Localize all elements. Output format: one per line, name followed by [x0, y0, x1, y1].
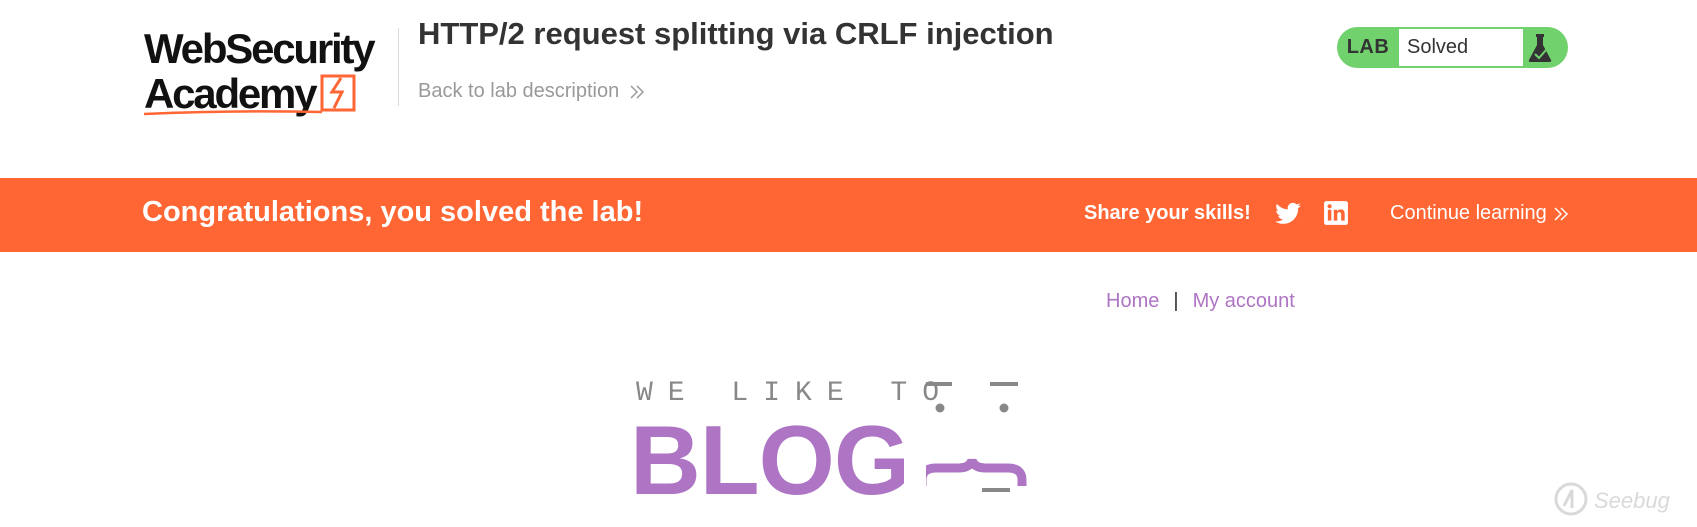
- solved-message: Congratulations, you solved the lab!: [142, 196, 644, 228]
- flask-solved-icon: [1528, 34, 1552, 62]
- seebug-logo-icon: [1554, 482, 1588, 516]
- svg-text:WebSecurity: WebSecurity: [144, 25, 376, 72]
- academy-header: WebSecurity Academy HTTP/2 request split…: [0, 0, 1697, 178]
- lab-title: HTTP/2 request splitting via CRLF inject…: [418, 16, 1054, 51]
- seebug-watermark: Seebug: [1552, 480, 1692, 520]
- lab-status-label: LAB: [1346, 36, 1390, 58]
- lab-solved-banner: Congratulations, you solved the lab! Sha…: [0, 178, 1697, 252]
- lab-status-text: Solved: [1399, 29, 1523, 66]
- academy-logo-graphic: WebSecurity Academy: [144, 25, 378, 117]
- web-security-academy-logo[interactable]: WebSecurity Academy: [144, 24, 394, 118]
- blog-face-icon: [926, 382, 1027, 492]
- share-skills-label: Share your skills!: [1084, 202, 1251, 224]
- my-account-link[interactable]: My account: [1193, 290, 1295, 313]
- continue-learning-link[interactable]: Continue learning: [1390, 202, 1569, 225]
- linkedin-icon: [1324, 201, 1348, 225]
- top-links-nav: Home | My account: [1106, 290, 1295, 313]
- blog-title: BLOG: [630, 405, 910, 515]
- back-link-label: Back to lab description: [418, 80, 620, 102]
- home-link[interactable]: Home: [1106, 290, 1159, 313]
- seebug-watermark-text: Seebug: [1594, 488, 1670, 513]
- blog-header-logo: WE LIKE TO BLOG: [630, 376, 1090, 510]
- double-chevron-right-icon: [630, 84, 645, 99]
- double-chevron-right-icon: [1554, 206, 1568, 221]
- svg-text:Academy: Academy: [144, 70, 318, 117]
- header-divider: [398, 28, 399, 106]
- nav-separator: |: [1173, 290, 1179, 312]
- continue-learning-label: Continue learning: [1390, 202, 1547, 224]
- back-to-lab-description-link[interactable]: Back to lab description: [418, 80, 645, 103]
- twitter-icon: [1275, 202, 1301, 224]
